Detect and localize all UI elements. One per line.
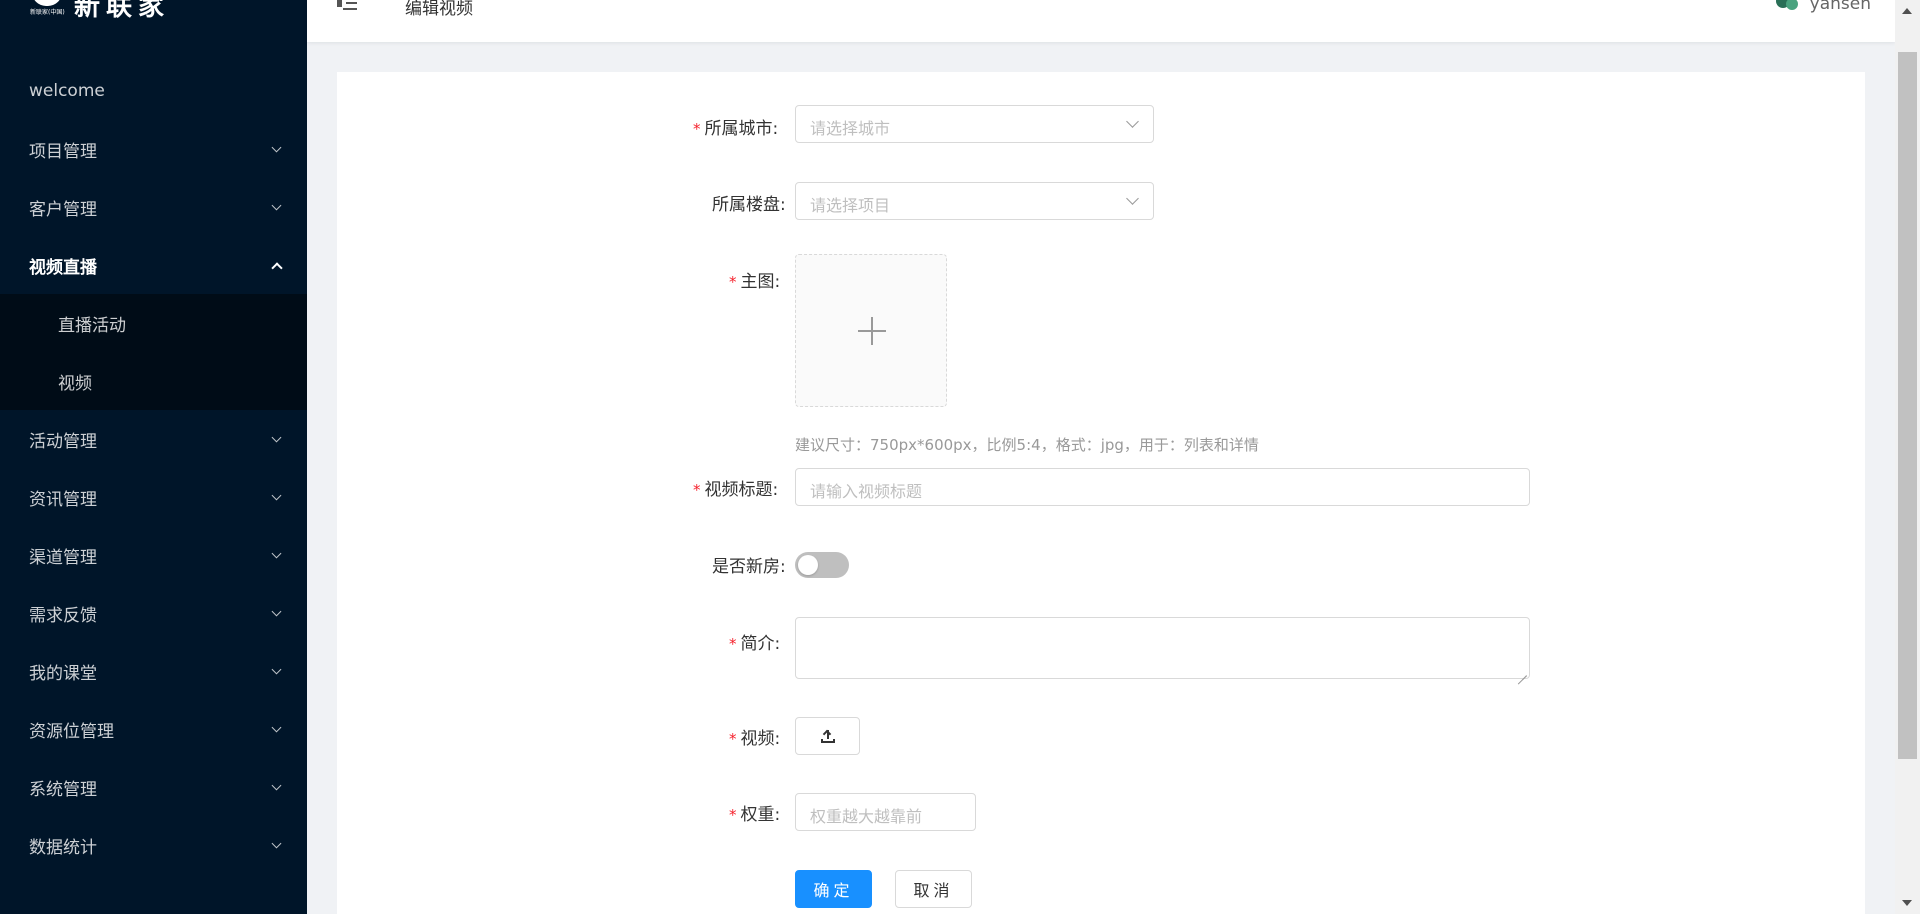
- video-upload-button[interactable]: [795, 717, 860, 755]
- city-label: * 所属城市:: [693, 119, 779, 139]
- sidebar-item-channels[interactable]: 渠道管理: [0, 526, 307, 584]
- city-select-placeholder: 请选择城市: [810, 119, 891, 138]
- sidebar-item-label: welcome: [29, 81, 105, 101]
- required-mark: *: [729, 806, 737, 824]
- sidebar-item-label: 项目管理: [29, 141, 97, 162]
- main-image-hint: 建议尺寸：750px*600px，比例5:4，格式：jpg，用于：列表和详情: [795, 436, 1259, 454]
- chevron-down-icon: [271, 491, 283, 503]
- city-select[interactable]: 请选择城市: [795, 105, 1154, 143]
- sidebar-item-video-live[interactable]: 视频直播: [0, 236, 307, 294]
- sidebar-item-label: 资讯管理: [29, 489, 97, 510]
- project-select-placeholder: 请选择项目: [810, 196, 891, 215]
- scroll-up-arrow-icon[interactable]: [1902, 8, 1912, 14]
- video-label: * 视频:: [729, 729, 781, 749]
- sidebar-menu: welcome 项目管理 客户管理 视频直播 直播活动 视频 活动管理 资讯管理…: [0, 62, 307, 874]
- chevron-down-icon: [271, 723, 283, 735]
- logo-subtext: 新联家(中国): [30, 9, 65, 16]
- weight-input[interactable]: 权重越大越靠前: [795, 793, 976, 831]
- sidebar: 新联家(中国) 新联家 welcome 项目管理 客户管理 视频直播 直播活动 …: [0, 0, 307, 914]
- plus-icon: [858, 317, 886, 345]
- is-new-house-switch[interactable]: [795, 552, 849, 578]
- video-title-input[interactable]: 请输入视频标题: [795, 468, 1530, 506]
- required-mark: *: [729, 635, 737, 653]
- confirm-button[interactable]: 确定: [795, 870, 872, 908]
- scrollbar-thumb[interactable]: [1898, 52, 1917, 759]
- sidebar-item-customers[interactable]: 客户管理: [0, 178, 307, 236]
- sidebar-item-label: 资源位管理: [29, 721, 114, 742]
- required-mark: *: [729, 730, 737, 748]
- sidebar-item-label: 数据统计: [29, 837, 97, 858]
- video-title-placeholder: 请输入视频标题: [810, 482, 923, 501]
- chevron-down-icon: [271, 143, 283, 155]
- username: yansen: [1809, 0, 1871, 14]
- chevron-down-icon: [271, 433, 283, 445]
- chevron-down-icon: [271, 839, 283, 851]
- sidebar-item-label: 客户管理: [29, 199, 97, 220]
- upload-icon: [820, 729, 836, 743]
- sidebar-item-activities[interactable]: 活动管理: [0, 410, 307, 468]
- chevron-up-icon: [271, 259, 283, 271]
- cancel-button[interactable]: 取消: [895, 870, 972, 908]
- sidebar-item-feedback[interactable]: 需求反馈: [0, 584, 307, 642]
- menu-fold-icon[interactable]: [337, 0, 359, 12]
- sidebar-submenu-video-live: 直播活动 视频: [0, 294, 307, 410]
- chevron-down-icon: [271, 607, 283, 619]
- page-title: 编辑视频: [405, 0, 473, 19]
- project-select[interactable]: 请选择项目: [795, 182, 1154, 220]
- required-mark: *: [693, 120, 701, 138]
- chevron-down-icon: [271, 781, 283, 793]
- user-menu[interactable]: yansen: [1774, 0, 1871, 14]
- top-header: 编辑视频 yansen: [307, 0, 1895, 42]
- intro-label: * 简介:: [729, 634, 781, 654]
- sidebar-item-label: 需求反馈: [29, 605, 97, 626]
- sidebar-item-label: 直播活动: [58, 315, 126, 336]
- sidebar-item-label: 活动管理: [29, 431, 97, 452]
- sidebar-item-label: 视频直播: [29, 257, 97, 278]
- logo[interactable]: 新联家(中国) 新联家: [28, 0, 170, 22]
- resize-grip-icon[interactable]: [1517, 666, 1527, 676]
- vertical-scrollbar[interactable]: [1895, 0, 1920, 914]
- form-card: * 所属城市: 请选择城市 所属楼盘: 请选择项目 * 主图: 建议尺寸：750px…: [337, 72, 1865, 914]
- sidebar-subitem-videos[interactable]: 视频: [0, 352, 307, 410]
- is-new-house-label: 是否新房:: [712, 557, 786, 577]
- required-mark: *: [729, 273, 737, 291]
- main-image-upload[interactable]: [795, 254, 947, 407]
- sidebar-item-label: 渠道管理: [29, 547, 97, 568]
- weight-label: * 权重:: [729, 805, 781, 825]
- sidebar-item-system[interactable]: 系统管理: [0, 758, 307, 816]
- main-image-label: * 主图:: [729, 272, 781, 292]
- sidebar-subitem-live-events[interactable]: 直播活动: [0, 294, 307, 352]
- chevron-down-icon: [1126, 192, 1139, 205]
- scroll-down-arrow-icon[interactable]: [1902, 900, 1912, 906]
- sidebar-item-welcome[interactable]: welcome: [0, 62, 307, 120]
- weight-placeholder: 权重越大越靠前: [810, 807, 923, 826]
- chevron-down-icon: [271, 549, 283, 561]
- sidebar-item-resource-slots[interactable]: 资源位管理: [0, 700, 307, 758]
- chevron-down-icon: [271, 665, 283, 677]
- sidebar-item-label: 我的课堂: [29, 663, 97, 684]
- logo-text: 新联家: [74, 0, 171, 22]
- project-label: 所属楼盘:: [712, 195, 786, 215]
- sidebar-item-classroom[interactable]: 我的课堂: [0, 642, 307, 700]
- logo-icon: 新联家(中国): [28, 0, 66, 16]
- user-avatar-icon: [1774, 0, 1800, 14]
- sidebar-item-projects[interactable]: 项目管理: [0, 120, 307, 178]
- chevron-down-icon: [1126, 115, 1139, 128]
- sidebar-item-label: 系统管理: [29, 779, 97, 800]
- sidebar-item-label: 视频: [58, 373, 92, 394]
- sidebar-item-news[interactable]: 资讯管理: [0, 468, 307, 526]
- switch-knob: [798, 555, 818, 575]
- sidebar-item-statistics[interactable]: 数据统计: [0, 816, 307, 874]
- chevron-down-icon: [271, 201, 283, 213]
- required-mark: *: [693, 481, 701, 499]
- intro-textarea[interactable]: [795, 617, 1530, 679]
- video-title-label: * 视频标题:: [693, 480, 779, 500]
